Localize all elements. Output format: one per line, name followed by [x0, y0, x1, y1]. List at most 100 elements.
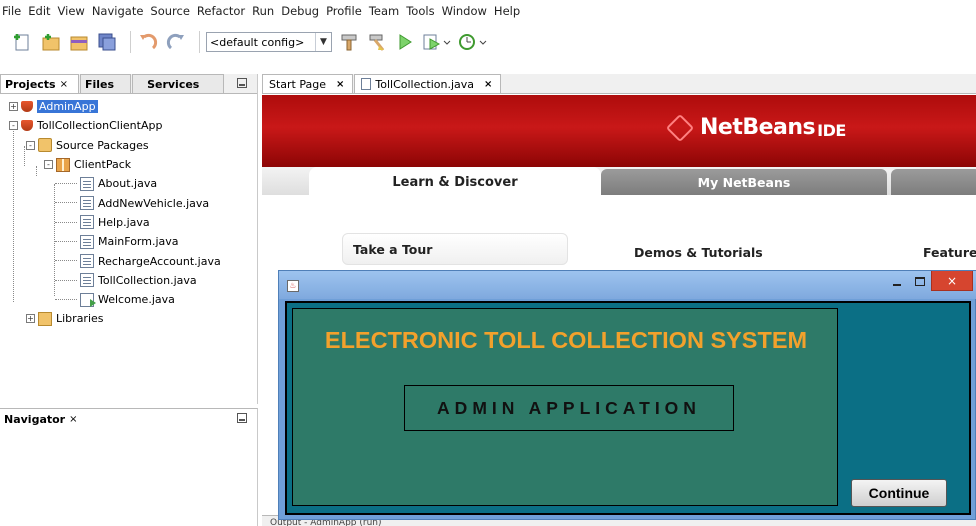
tab-tollcollection-label: TollCollection.java	[375, 77, 475, 91]
java-main-file-icon	[80, 292, 96, 307]
tree-item-label: Source Packages	[56, 138, 149, 152]
config-dropdown[interactable]: <default config> ▼	[206, 32, 332, 52]
tab-files[interactable]: Files	[80, 74, 132, 93]
minimize-icon[interactable]	[893, 284, 901, 286]
take-a-tour-link[interactable]: Take a Tour	[342, 233, 568, 265]
close-icon[interactable]: ×	[336, 79, 344, 90]
java-file-icon	[80, 176, 94, 191]
projects-panel-tabs: Projects × Files Services	[0, 74, 257, 94]
menu-navigate[interactable]: Navigate	[92, 4, 144, 18]
maximize-icon[interactable]	[915, 277, 925, 286]
tab-projects-label: Projects	[5, 77, 56, 91]
new-project-icon[interactable]	[40, 31, 62, 53]
menu-run[interactable]: Run	[252, 4, 274, 18]
menu-file[interactable]: File	[2, 4, 21, 18]
tree-branch	[55, 183, 77, 185]
admin-dialog: ♨ × ELECTRONIC TOLL COLLECTION SYSTEM AD…	[278, 270, 976, 520]
tree-branch	[55, 221, 77, 223]
menu-help[interactable]: Help	[494, 4, 520, 18]
tree-branch	[55, 298, 77, 300]
clean-build-icon[interactable]	[366, 31, 388, 53]
tree-item-rechargeaccount-java[interactable]: RechargeAccount.java	[0, 251, 257, 270]
java-file-icon	[80, 273, 94, 288]
menu-debug[interactable]: Debug	[281, 4, 319, 18]
tree-item-clientpack[interactable]: - ClientPack	[0, 155, 257, 174]
profile-icon[interactable]	[458, 31, 488, 53]
config-value: <default config>	[210, 35, 305, 49]
tab-my-netbeans[interactable]: My NetBeans	[601, 169, 887, 195]
tab-whats-new[interactable]	[891, 169, 976, 195]
minimize-panel-icon[interactable]	[237, 413, 247, 423]
redo-icon[interactable]	[165, 31, 187, 53]
tree-item-label: Help.java	[98, 215, 150, 229]
tree-item-label: AddNewVehicle.java	[98, 196, 210, 210]
tree-item-welcome-java[interactable]: Welcome.java	[0, 290, 257, 309]
tab-learn-discover[interactable]: Learn & Discover	[309, 167, 601, 197]
run-icon[interactable]	[394, 31, 416, 53]
expand-icon[interactable]: +	[26, 314, 35, 324]
menu-refactor[interactable]: Refactor	[197, 4, 245, 18]
dialog-titlebar[interactable]: ♨ ×	[279, 271, 976, 299]
tree-item-addnewvehicle-java[interactable]: AddNewVehicle.java	[0, 193, 257, 212]
tab-services[interactable]: Services	[132, 74, 225, 93]
close-icon[interactable]: ×	[69, 414, 77, 425]
source-packages-icon	[38, 138, 52, 153]
projects-panel: Projects × Files Services + AdminApp - T…	[0, 74, 258, 404]
menu-team[interactable]: Team	[369, 4, 399, 18]
menu-bar: File Edit View Navigate Source Refactor …	[0, 0, 976, 22]
tree-branch	[55, 279, 77, 281]
system-title: ELECTRONIC TOLL COLLECTION SYSTEM	[324, 327, 808, 353]
navigator-panel-tabs: Navigator ×	[0, 409, 257, 429]
tree-item-help-java[interactable]: Help.java	[0, 213, 257, 232]
collapse-icon[interactable]: -	[44, 160, 53, 170]
project-tree: + AdminApp - TollCollectionClientApp - S…	[0, 94, 257, 329]
collapse-icon[interactable]: -	[26, 140, 35, 150]
save-all-icon[interactable]	[96, 31, 118, 53]
tab-start-page-label: Start Page	[269, 77, 326, 91]
tree-item-label: ClientPack	[74, 158, 132, 172]
tab-tollcollection-java[interactable]: TollCollection.java ×	[354, 74, 502, 93]
tab-navigator[interactable]: Navigator ×	[0, 410, 88, 429]
undo-icon[interactable]	[137, 31, 159, 53]
close-button[interactable]: ×	[931, 271, 973, 291]
netbeans-cube-icon	[665, 113, 695, 142]
continue-button[interactable]: Continue	[851, 479, 947, 507]
main-toolbar: <default config> ▼	[0, 24, 976, 60]
tree-item-adminapp[interactable]: + AdminApp	[0, 97, 257, 116]
tree-item-label: About.java	[98, 177, 158, 191]
java-file-icon	[80, 254, 94, 269]
tree-item-tollcollection-java[interactable]: TollCollection.java	[0, 271, 257, 290]
menu-view[interactable]: View	[58, 4, 85, 18]
new-file-icon[interactable]	[12, 31, 34, 53]
admin-application-label: ADMIN APPLICATION	[404, 385, 734, 431]
menu-source[interactable]: Source	[150, 4, 190, 18]
close-icon[interactable]: ×	[484, 79, 492, 90]
debug-icon[interactable]	[422, 31, 452, 53]
tab-start-page[interactable]: Start Page ×	[262, 74, 354, 93]
tree-item-label: TollCollection.java	[98, 273, 197, 287]
expand-icon[interactable]: +	[9, 102, 18, 112]
menu-window[interactable]: Window	[442, 4, 487, 18]
java-file-icon	[361, 78, 372, 90]
menu-profile[interactable]: Profile	[326, 4, 362, 18]
open-project-icon[interactable]	[68, 31, 90, 53]
minimize-panel-icon[interactable]	[237, 78, 247, 88]
tree-branch	[55, 241, 77, 243]
chevron-down-icon[interactable]: ▼	[315, 33, 331, 51]
start-page-tabs: Learn & Discover My NetBeans	[262, 167, 976, 197]
collapse-icon[interactable]: -	[9, 121, 18, 131]
tab-projects[interactable]: Projects ×	[0, 74, 79, 93]
menu-tools[interactable]: Tools	[406, 4, 434, 18]
tree-item-source-packages[interactable]: - Source Packages	[0, 136, 257, 155]
close-icon[interactable]: ×	[60, 79, 68, 90]
java-project-icon	[21, 101, 33, 113]
toolbar-separator	[130, 31, 131, 53]
logo-suffix: IDE	[817, 121, 846, 140]
tree-item-label: TollCollectionClientApp	[37, 119, 163, 133]
tree-item-libraries[interactable]: + Libraries	[0, 309, 257, 328]
tree-item-tollcollectionclientapp[interactable]: - TollCollectionClientApp	[0, 116, 257, 135]
tree-item-about-java[interactable]: About.java	[0, 174, 257, 193]
hammer-icon[interactable]	[338, 31, 360, 53]
tree-item-mainform-java[interactable]: MainForm.java	[0, 232, 257, 251]
menu-edit[interactable]: Edit	[28, 4, 50, 18]
